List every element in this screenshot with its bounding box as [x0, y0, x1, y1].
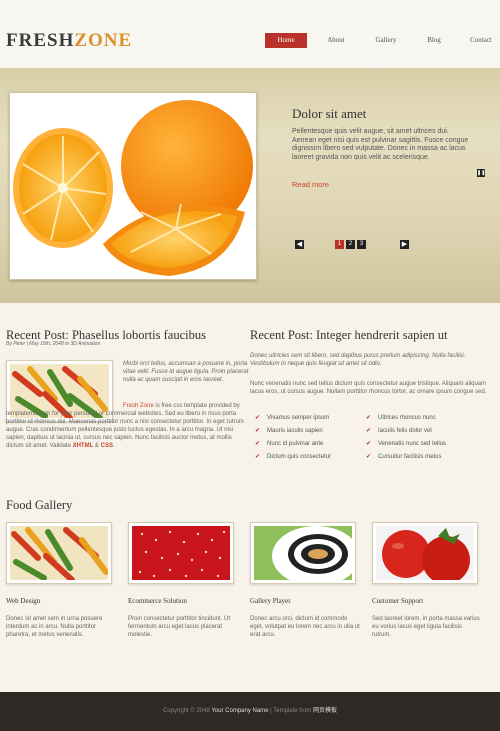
nav-gallery[interactable]: Gallery [367, 33, 405, 48]
prev-arrow-icon[interactable]: ◀ [295, 240, 304, 249]
list-item: Ultrices rhoncus nunc [366, 412, 446, 425]
nav-home[interactable]: Home [265, 33, 307, 48]
page-2-button[interactable]: 2 [346, 240, 355, 249]
css-link[interactable]: CSS [101, 443, 113, 449]
oranges-image [11, 94, 255, 278]
header: FRESHZONE Home About Gallery Blog Contac… [0, 0, 500, 68]
gallery-text-1: Donec sit amet sem in urna posuere inter… [6, 616, 103, 638]
post1-body-text: is free css template provided by templat… [6, 403, 244, 449]
strawberry-image [132, 526, 230, 580]
page-1-button[interactable]: 1 [335, 240, 344, 249]
nav-about[interactable]: About [310, 33, 362, 48]
brand-link[interactable]: Fresh Zone [123, 403, 154, 409]
list-item: Cursuitur facilisis metus [366, 451, 446, 464]
footer: Copyright © 2048 Your Company Name | Tem… [0, 692, 500, 731]
list-item: Dictum quis consectetur [255, 451, 331, 464]
credit-link[interactable]: 网页模板 [313, 708, 337, 714]
xhtml-link[interactable]: XHTML [73, 443, 94, 449]
logo-fresh: FRESH [6, 30, 75, 51]
list-item: Nunc id pulvinar ante [255, 438, 331, 451]
tomato-image [376, 526, 474, 580]
post2-title[interactable]: Recent Post: Integer hendrerit sapien ut [250, 328, 448, 343]
cup-image [254, 526, 352, 580]
gallery-caption-3[interactable]: Gallery Player [250, 597, 291, 605]
list-item: Venenatis nunc sed tellus [366, 438, 446, 451]
site-logo[interactable]: FRESHZONE [6, 30, 132, 52]
peppers-image [10, 526, 108, 580]
list-item: Mauris iaculis sapien [255, 425, 331, 438]
page-3-button[interactable]: 3 [357, 240, 366, 249]
pause-button[interactable]: ❚❚ [477, 169, 485, 177]
list-item: Iaculis felis dolor vel [366, 425, 446, 438]
gallery-text-4: Sed laoreet lorem, in porta massa varius… [372, 616, 480, 638]
gallery-thumb-2[interactable] [128, 522, 234, 584]
gallery-caption-2[interactable]: Ecommerce Solution [128, 597, 187, 605]
gallery-thumb-1[interactable] [6, 522, 112, 584]
gallery-thumb-4[interactable] [372, 522, 478, 584]
post1-intro: Morbi orci tellus, accumsan a posuere in… [123, 361, 249, 383]
post2-list-right: Ultrices rhoncus nunc Iaculis felis dolo… [366, 412, 446, 464]
logo-zone: ZONE [74, 30, 133, 51]
amp-text: & [93, 443, 101, 449]
gallery-text-3: Donec arcu orci, dictum id commodo eget,… [250, 616, 360, 638]
list-item: Vivamus semper ipsum [255, 412, 331, 425]
main-nav: Home About Gallery Blog Contact [265, 33, 499, 48]
slide-title: Dolor sit amet [292, 106, 367, 121]
footer-sep: | Template from [268, 708, 313, 714]
gallery-title: Food Gallery [6, 498, 73, 512]
read-more-link[interactable]: Read more [292, 180, 329, 189]
post1-meta: By Peter | May 16th, 2048 in 3D Animatio… [6, 341, 101, 347]
slide-pager: 1 2 3 [335, 240, 366, 249]
slider-banner: ❚❚ [0, 68, 500, 303]
end-text: . [112, 443, 115, 449]
post1-body: Fresh Zone is free css template provided… [6, 402, 250, 450]
gallery-caption-4[interactable]: Customer Support [372, 597, 423, 605]
post2-intro: Donec ultricies sem sit libero, sed dapi… [250, 353, 466, 367]
gallery-text-2: Proin consectetur porttitor tincidunt. U… [128, 616, 231, 638]
post2-body: Nunc venenatis nunc sed tellus dictum qu… [250, 381, 487, 395]
slide-image-frame [9, 92, 257, 280]
gallery-caption-1[interactable]: Web Design [6, 597, 40, 605]
footer-copyright: Copyright © 2048 [163, 708, 212, 714]
nav-contact[interactable]: Contact [463, 33, 499, 48]
company-link[interactable]: Your Company Name [211, 708, 268, 714]
nav-blog[interactable]: Blog [416, 33, 452, 48]
slide-text: Pellentesque quis velit augue, sit amet … [292, 128, 469, 161]
next-arrow-icon[interactable]: ▶ [400, 240, 409, 249]
gallery-thumb-3[interactable] [250, 522, 356, 584]
post2-list-left: Vivamus semper ipsum Mauris iaculis sapi… [255, 412, 331, 464]
